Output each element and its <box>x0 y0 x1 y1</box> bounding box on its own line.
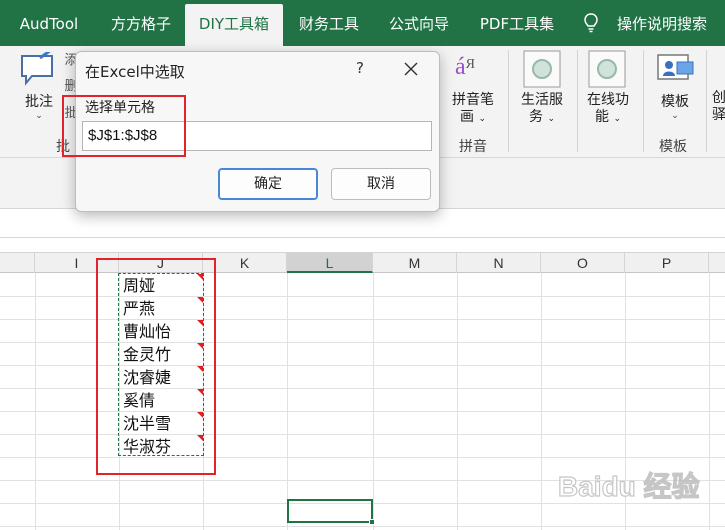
active-cell-cursor[interactable] <box>287 499 375 525</box>
baidu-jingyan-watermark: Baidu 经验 <box>557 469 700 502</box>
highlight-box-input <box>62 95 186 157</box>
ribbon-separator <box>577 50 578 152</box>
chevron-down-icon: ⌄ <box>613 114 621 124</box>
column-header-p[interactable]: P <box>625 253 709 273</box>
ribbon-separator <box>706 50 707 152</box>
tell-me-search[interactable]: 操作说明搜索 <box>612 0 712 46</box>
close-icon[interactable] <box>398 57 424 81</box>
grid-line <box>541 273 542 530</box>
partial-ribbon-item[interactable]: 创 驿 <box>712 90 725 124</box>
dialog-title: 在Excel中选取 <box>85 63 185 81</box>
life-service-icon <box>523 50 561 88</box>
grid-line <box>287 273 288 530</box>
grid-line <box>373 273 374 530</box>
chevron-down-icon: ⌄ <box>671 111 679 121</box>
help-button[interactable]: ? <box>350 59 370 77</box>
lightbulb-icon <box>584 13 598 33</box>
tab-formula-wizard[interactable]: 公式向导 <box>380 0 458 46</box>
chevron-down-icon: ⌄ <box>478 114 486 124</box>
life-service-label: 生活服 <box>521 92 563 108</box>
pinyin-group-label: 拼音 <box>459 139 487 155</box>
chevron-down-icon: ⌄ <box>547 114 555 124</box>
grid-line <box>457 273 458 530</box>
tab-finance-tools[interactable]: 财务工具 <box>291 0 367 46</box>
comment-button[interactable]: 批注 ⌄ <box>18 94 60 121</box>
tab-fangfang-gezi[interactable]: 方方格子 <box>101 0 181 46</box>
grid-line <box>0 526 725 527</box>
column-header-m[interactable]: M <box>373 253 457 273</box>
tab-audtool[interactable]: AudTool <box>8 0 90 46</box>
life-service-button[interactable]: 生活服 务 ⌄ <box>514 92 570 128</box>
column-header-o[interactable]: O <box>541 253 625 273</box>
chevron-down-icon: ⌄ <box>35 111 43 121</box>
online-feature-label: 在线功 <box>587 92 629 108</box>
pinyin-pen-label-2: 画 <box>460 109 474 125</box>
comment-label: 批注 <box>25 94 53 110</box>
ok-button[interactable]: 确定 <box>218 168 318 200</box>
partial-label-2: 驿 <box>712 107 725 123</box>
partial-label-1: 创 <box>712 90 725 106</box>
column-header-l[interactable]: L <box>287 253 373 273</box>
online-feature-label-2: 能 <box>595 109 609 125</box>
pinyin-pen-label: 拼音笔 <box>452 92 494 108</box>
online-feature-button[interactable]: 在线功 能 ⌄ <box>580 92 636 128</box>
grid-line <box>35 273 36 530</box>
formula-bar[interactable] <box>0 208 725 238</box>
pinyin-pen-button[interactable]: 拼音笔 画 ⌄ <box>447 92 499 128</box>
watermark-text: Baidu 经验 <box>558 470 700 502</box>
life-service-label-2: 务 <box>529 109 543 125</box>
ribbon-tab-bar: AudTool 方方格子 DIY工具箱 财务工具 公式向导 PDF工具集 操作说… <box>0 0 725 46</box>
template-icon <box>657 54 694 80</box>
column-header-h[interactable] <box>0 253 35 273</box>
template-button[interactable]: 模板 ⌄ <box>652 94 698 121</box>
template-group-label: 模板 <box>659 139 687 155</box>
fill-handle[interactable] <box>369 519 375 525</box>
template-label: 模板 <box>661 94 689 110</box>
pinyin-pen-icon: áЯ <box>455 54 475 80</box>
comment-icon <box>21 52 53 86</box>
ribbon-separator <box>643 50 644 152</box>
tab-diy-toolbox[interactable]: DIY工具箱 <box>185 4 283 46</box>
ribbon-separator <box>508 50 509 152</box>
highlight-box-cells <box>96 258 216 475</box>
tab-pdf-tools[interactable]: PDF工具集 <box>472 0 562 46</box>
cancel-button[interactable]: 取消 <box>331 168 431 200</box>
online-feature-icon <box>588 50 626 88</box>
column-header-n[interactable]: N <box>457 253 541 273</box>
